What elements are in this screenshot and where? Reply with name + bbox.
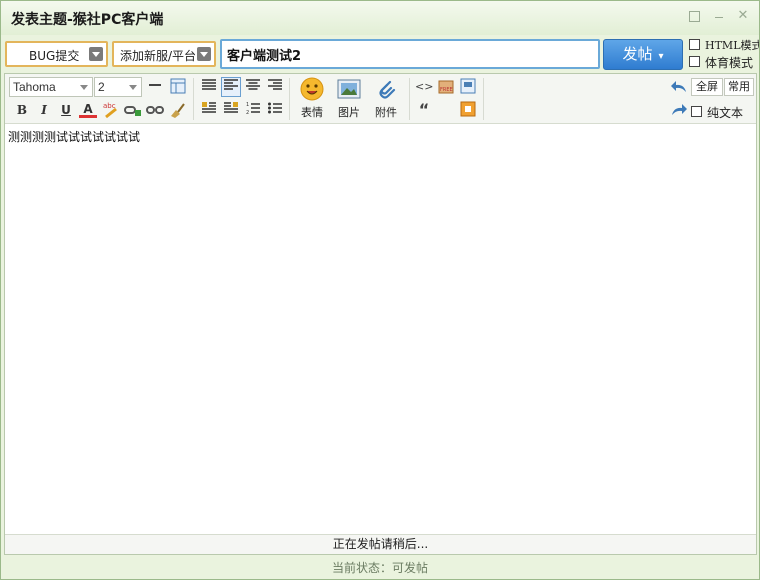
- font-color-icon[interactable]: A: [79, 100, 97, 118]
- align-right-icon[interactable]: [266, 78, 284, 96]
- plaintext-checkbox[interactable]: 纯文本: [691, 105, 755, 120]
- align-justify-icon[interactable]: [200, 78, 218, 96]
- subject-input[interactable]: [222, 41, 598, 67]
- attachment-label: 附件: [375, 106, 397, 119]
- redo-icon[interactable]: [670, 102, 688, 120]
- underline-icon[interactable]: U: [57, 101, 75, 119]
- chevron-down-icon: [89, 47, 103, 61]
- common-button[interactable]: 常用: [724, 78, 754, 96]
- title-bar: 发表主题-猴社PC客户端 ✕: [1, 1, 759, 35]
- attachment-button[interactable]: 附件: [369, 77, 403, 121]
- undo-icon[interactable]: [670, 79, 688, 97]
- editor-content[interactable]: 测测测测试试试试试试试: [5, 124, 756, 534]
- smiley-icon: [300, 77, 324, 101]
- flash-icon[interactable]: [459, 101, 477, 119]
- forum-select[interactable]: 添加新服/平台: [112, 41, 216, 67]
- close-icon[interactable]: ✕: [736, 9, 750, 23]
- align-left-icon[interactable]: [221, 77, 241, 97]
- indent-icon[interactable]: [222, 101, 240, 119]
- quote-icon[interactable]: “: [415, 101, 433, 119]
- font-family-select[interactable]: Tahoma: [9, 77, 93, 97]
- bold-icon[interactable]: B: [13, 101, 31, 119]
- post-topic-window: 发表主题-猴社PC客户端 ✕ BUG提交 添加新服/平台 发帖 ▾ HTML模式 …: [0, 0, 760, 580]
- html-mode-label: HTML模式: [705, 39, 760, 52]
- chevron-down-icon: [197, 47, 211, 61]
- category-select[interactable]: BUG提交: [5, 41, 108, 67]
- rich-text-editor: Tahoma 2 B I U A abc 1 2 表情 图片 附件 <> FRE…: [4, 73, 757, 555]
- fullscreen-button[interactable]: 全屏: [691, 78, 723, 96]
- minimize-icon[interactable]: [712, 9, 726, 23]
- ordered-list-icon[interactable]: 12: [244, 101, 262, 119]
- window-title: 发表主题-猴社PC客户端: [11, 12, 164, 28]
- image-icon: [337, 79, 361, 99]
- svg-text:1: 1: [246, 102, 249, 108]
- paperclip-icon: [379, 80, 396, 99]
- restore-icon[interactable]: [687, 9, 701, 23]
- checkbox-icon: [691, 106, 702, 117]
- toolbar-separator: [483, 78, 484, 120]
- media-icon[interactable]: [459, 78, 477, 96]
- code-icon[interactable]: <>: [415, 78, 433, 96]
- spellcheck-icon[interactable]: abc: [102, 101, 120, 119]
- posting-status: 正在发帖请稍后...: [5, 534, 756, 554]
- chevron-down-icon: [129, 85, 137, 90]
- sport-mode-checkbox[interactable]: 体育模式: [689, 55, 759, 70]
- toolbar-separator: [193, 78, 194, 120]
- current-state: 当前状态：可发帖: [331, 561, 428, 575]
- svg-text:abc: abc: [103, 102, 116, 110]
- post-button[interactable]: 发帖 ▾: [603, 39, 683, 70]
- font-family-value: Tahoma: [13, 80, 56, 94]
- category-value: BUG提交: [29, 49, 80, 63]
- post-dropdown-icon[interactable]: ▾: [658, 51, 663, 62]
- unlink-icon[interactable]: [146, 101, 164, 119]
- editor-toolbar: Tahoma 2 B I U A abc 1 2 表情 图片 附件 <> FRE…: [5, 74, 756, 124]
- post-header-row: BUG提交 添加新服/平台 发帖 ▾ HTML模式 体育模式: [1, 35, 759, 73]
- unordered-list-icon[interactable]: [266, 101, 284, 119]
- align-center-icon[interactable]: [244, 78, 262, 96]
- outdent-icon[interactable]: [200, 101, 218, 119]
- chevron-down-icon: [80, 85, 88, 90]
- image-label: 图片: [338, 106, 360, 119]
- html-mode-checkbox[interactable]: HTML模式: [689, 38, 760, 52]
- subject-field-wrapper: [220, 39, 600, 69]
- toolbar-separator: [409, 78, 410, 120]
- image-button[interactable]: 图片: [332, 77, 366, 121]
- insert-link-icon[interactable]: [124, 101, 142, 119]
- table-icon[interactable]: [169, 78, 187, 96]
- checkbox-icon: [689, 39, 700, 50]
- clear-format-icon[interactable]: [168, 101, 186, 119]
- checkbox-icon: [689, 56, 700, 67]
- emoji-button[interactable]: 表情: [295, 77, 329, 121]
- toolbar-separator: [289, 78, 290, 120]
- forum-value: 添加新服/平台: [120, 49, 197, 63]
- horizontal-rule-icon[interactable]: [146, 78, 164, 96]
- plaintext-label: 纯文本: [707, 106, 744, 120]
- svg-text:2: 2: [246, 110, 249, 115]
- italic-icon[interactable]: I: [35, 101, 53, 119]
- post-button-label: 发帖: [622, 45, 653, 63]
- font-size-select[interactable]: 2: [94, 77, 142, 97]
- svg-text:FREE: FREE: [440, 87, 453, 93]
- font-size-value: 2: [98, 80, 105, 94]
- emoji-label: 表情: [301, 106, 323, 119]
- sport-mode-label: 体育模式: [705, 56, 754, 70]
- free-icon[interactable]: FREE: [437, 78, 455, 96]
